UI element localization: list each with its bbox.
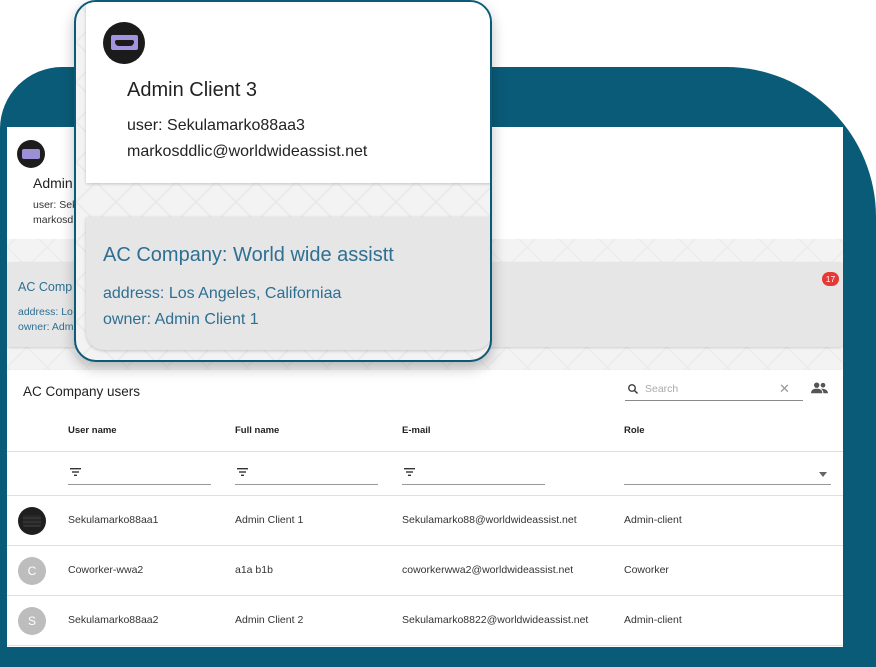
cell-username: Sekulamarko88aa1 (68, 514, 159, 526)
table-row[interactable]: C Coworker-wwa2 a1a b1b coworkerwwa2@wor… (7, 546, 843, 596)
role-filter-select[interactable] (624, 463, 831, 485)
users-table-title: AC Company users (23, 384, 141, 399)
dropdown-arrow-icon (819, 472, 827, 477)
clear-icon[interactable]: ✕ (779, 381, 790, 397)
column-header-username[interactable]: User name (68, 425, 117, 436)
company-owner: owner: Admin Client 1 (103, 311, 259, 328)
company-address: address: Los Angeles, Californiaa (103, 285, 342, 302)
cell-fullname: Admin Client 2 (235, 614, 304, 626)
avatar (18, 507, 46, 535)
cell-fullname: a1a b1b (235, 564, 273, 576)
avatar: C (18, 557, 46, 585)
search-icon (628, 384, 638, 394)
company-owner: owner: Adm (18, 321, 74, 333)
user-email: markosd (33, 214, 74, 226)
fullname-filter[interactable] (235, 463, 378, 485)
email-filter[interactable] (402, 463, 545, 485)
filter-icon (237, 468, 248, 476)
user-name: Admin (33, 175, 73, 191)
cell-username: Coworker-wwa2 (68, 564, 144, 576)
avatar (103, 22, 145, 64)
filter-row (7, 452, 843, 496)
cell-role: Admin-client (624, 514, 682, 526)
table-row[interactable]: S Sekulamarko88aa2 Admin Client 2 Sekula… (7, 596, 843, 646)
cell-role: Coworker (624, 564, 669, 576)
search-field: ✕ (625, 378, 803, 401)
avatar: S (18, 607, 46, 635)
people-icon[interactable] (811, 382, 828, 394)
filter-icon (404, 468, 415, 476)
avatar (17, 140, 45, 168)
filter-icon (70, 468, 81, 476)
users-table-card: AC Company users ✕ User name Full name E… (7, 370, 843, 647)
company-card-zoomed: AC Company: World wide assistt address: … (86, 217, 490, 350)
column-header-role[interactable]: Role (624, 425, 645, 436)
company-title: AC Comp (18, 280, 73, 294)
user-profile-card-zoomed: Admin Client 3 user: Sekulamarko88aa3 ma… (86, 2, 490, 183)
company-address: address: Lo (18, 306, 73, 318)
table-row[interactable]: Sekulamarko88aa1 Admin Client 1 Sekulama… (7, 496, 843, 546)
cell-role: Admin-client (624, 614, 682, 626)
company-title: AC Company: World wide assistt (103, 244, 394, 266)
user-email: markosddlic@worldwideassist.net (127, 143, 368, 160)
cell-fullname: Admin Client 1 (235, 514, 304, 526)
user-name: Admin Client 3 (127, 79, 258, 101)
cell-email: Sekulamarko8822@worldwideassist.net (402, 614, 589, 626)
user-username: user: Sekulamarko88aa3 (127, 117, 305, 134)
table-header: User name Full name E-mail Role (7, 412, 843, 452)
notification-badge[interactable]: 17 (822, 272, 839, 286)
cell-username: Sekulamarko88aa2 (68, 614, 159, 626)
user-username: user: Sek (33, 199, 78, 211)
username-filter[interactable] (68, 463, 211, 485)
cell-email: Sekulamarko88@worldwideassist.net (402, 514, 577, 526)
cell-email: coworkerwwa2@worldwideassist.net (402, 564, 574, 576)
search-input[interactable] (645, 383, 775, 395)
zoom-overlay: Admin Client 3 user: Sekulamarko88aa3 ma… (74, 0, 492, 362)
column-header-email[interactable]: E-mail (402, 425, 431, 436)
column-header-fullname[interactable]: Full name (235, 425, 279, 436)
